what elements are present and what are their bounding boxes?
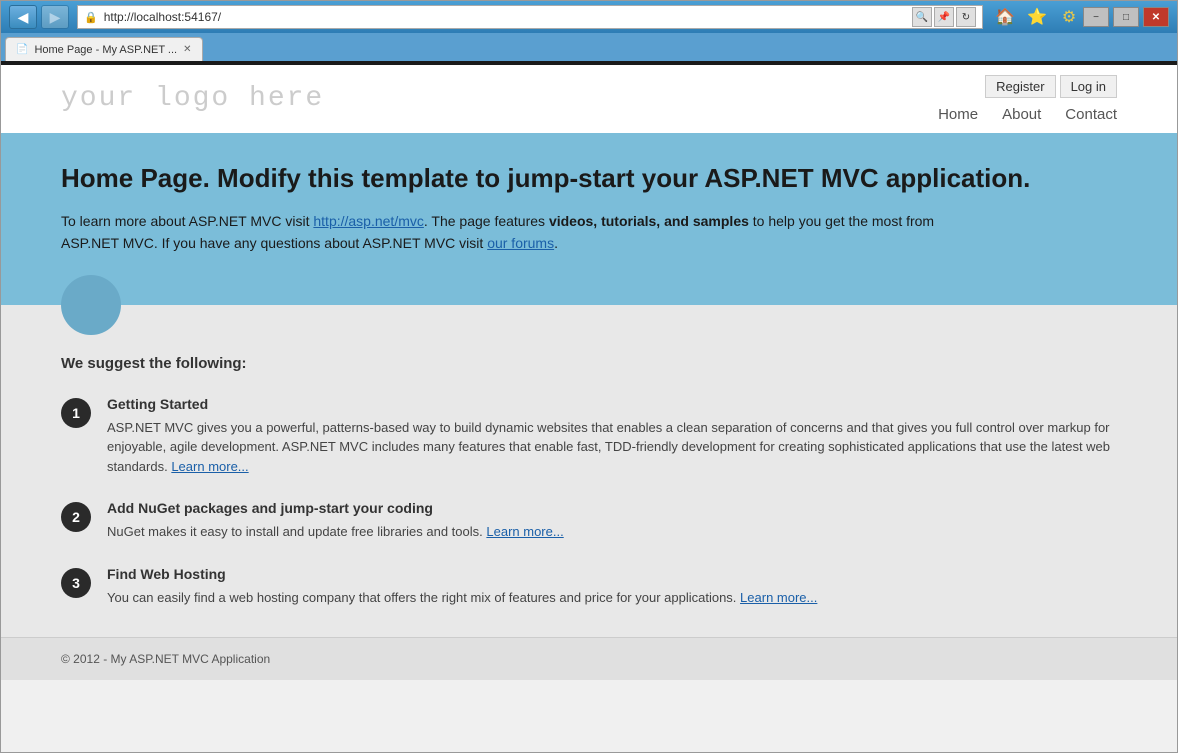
close-button[interactable]: ✕ (1143, 7, 1169, 27)
minimize-button[interactable]: − (1083, 7, 1109, 27)
pin-btn[interactable]: 📌 (934, 7, 954, 27)
hero-body-prefix: To learn more about ASP.NET MVC visit (61, 213, 313, 229)
step-title-3: Find Web Hosting (107, 566, 1117, 582)
step-content-3: Find Web Hosting You can easily find a w… (107, 566, 1117, 608)
step-title-2: Add NuGet packages and jump-start your c… (107, 500, 1117, 516)
hero-title-bold: Home Page. (61, 163, 210, 193)
hero-body: To learn more about ASP.NET MVC visit ht… (61, 210, 961, 255)
hero-title: Home Page. Modify this template to jump-… (61, 163, 1117, 194)
nav-menu: Home About Contact (938, 106, 1117, 123)
steps-list: 1 Getting Started ASP.NET MVC gives you … (61, 396, 1117, 608)
forward-button[interactable]: ▶ (41, 5, 69, 29)
step-desc-3: You can easily find a web hosting compan… (107, 588, 1117, 608)
settings-btn[interactable]: ⚙ (1055, 5, 1083, 29)
hero-highlight: videos, tutorials, and samples (549, 213, 749, 229)
step-title-1: Getting Started (107, 396, 1117, 412)
step-content-1: Getting Started ASP.NET MVC gives you a … (107, 396, 1117, 477)
site-footer: © 2012 - My ASP.NET MVC Application (1, 637, 1177, 680)
step-number-2: 2 (61, 502, 91, 532)
step-number-1: 1 (61, 398, 91, 428)
favorites-btn[interactable]: ⭐ (1023, 5, 1051, 29)
step-link-3[interactable]: Learn more... (740, 590, 817, 605)
tab-close-btn[interactable]: ✕ (183, 44, 191, 55)
hero-body-mid: . The page features (424, 213, 549, 229)
tab-title: Home Page - My ASP.NET ... (34, 44, 177, 56)
footer-copyright: © 2012 - My ASP.NET MVC Application (61, 652, 270, 666)
search-btn[interactable]: 🔍 (912, 7, 932, 27)
step-desc-1: ASP.NET MVC gives you a powerful, patter… (107, 418, 1117, 477)
step-item-1: 1 Getting Started ASP.NET MVC gives you … (61, 396, 1117, 477)
url-text: http://localhost:54167/ (104, 10, 906, 24)
asp-net-link[interactable]: http://asp.net/mvc (313, 213, 424, 229)
site-header: your logo here Register Log in Home Abou… (1, 65, 1177, 133)
hero-circle (61, 275, 121, 335)
header-right: Register Log in Home About Contact (938, 75, 1117, 123)
step-desc-2: NuGet makes it easy to install and updat… (107, 522, 1117, 542)
forums-link[interactable]: our forums (487, 235, 554, 251)
page-icon: 🔒 (84, 11, 98, 24)
register-button[interactable]: Register (985, 75, 1055, 98)
step-item-3: 3 Find Web Hosting You can easily find a… (61, 566, 1117, 608)
login-button[interactable]: Log in (1060, 75, 1117, 98)
nav-about[interactable]: About (1002, 106, 1041, 123)
suggest-title: We suggest the following: (61, 355, 1117, 372)
home-toolbar-btn[interactable]: 🏠 (991, 5, 1019, 29)
nav-home[interactable]: Home (938, 106, 978, 123)
main-content: We suggest the following: 1 Getting Star… (1, 305, 1177, 638)
refresh-btn[interactable]: ↻ (956, 7, 976, 27)
hero-body-end: . (554, 235, 558, 251)
back-button[interactable]: ◀ (9, 5, 37, 29)
tab-favicon: 📄 (16, 44, 28, 55)
step-number-3: 3 (61, 568, 91, 598)
address-bar[interactable]: 🔒 http://localhost:54167/ 🔍 📌 ↻ (77, 5, 983, 29)
step-link-2[interactable]: Learn more... (486, 524, 563, 539)
step-link-1[interactable]: Learn more... (171, 459, 248, 474)
step-content-2: Add NuGet packages and jump-start your c… (107, 500, 1117, 542)
logo: your logo here (61, 83, 324, 114)
hero-title-normal: Modify this template to jump-start your … (210, 163, 1031, 193)
browser-tab[interactable]: 📄 Home Page - My ASP.NET ... ✕ (5, 37, 203, 61)
restore-button[interactable]: □ (1113, 7, 1139, 27)
hero-banner: Home Page. Modify this template to jump-… (1, 133, 1177, 305)
step-item-2: 2 Add NuGet packages and jump-start your… (61, 500, 1117, 542)
nav-contact[interactable]: Contact (1065, 106, 1117, 123)
